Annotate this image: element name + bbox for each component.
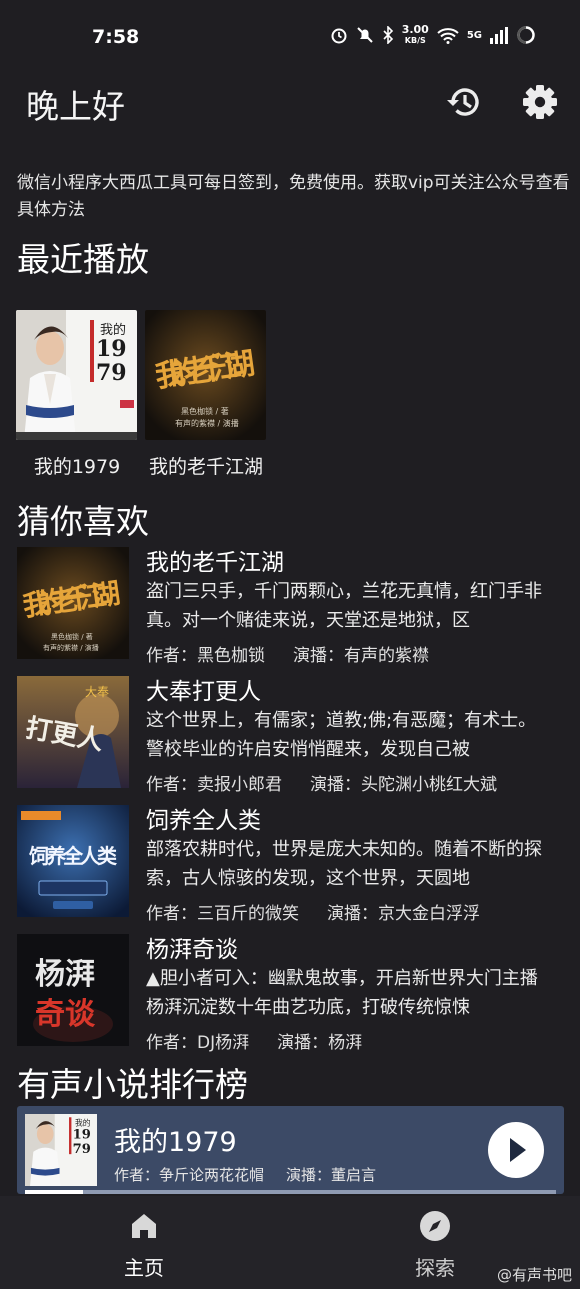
cover-author-text: 黑色枷锁 / 著 (51, 632, 93, 641)
greeting: 晚上好 (26, 87, 125, 126)
cover-number-text: 19 (96, 336, 127, 362)
player-author: 作者：争斤论两花花帽 (114, 1166, 265, 1184)
cover-narrator-text: 有声的紫襟 / 演播 (43, 643, 99, 652)
settings-button[interactable] (520, 82, 560, 122)
tab-label: 主页 (124, 1256, 164, 1280)
book-meta: 作者：DJ杨湃 演播：杨湃 (146, 1028, 362, 1053)
player-cover: 我的 19 79 (25, 1114, 97, 1186)
tab-explore[interactable]: 探索 (375, 1210, 495, 1281)
cover-narrator-text: 有声的紫襟 / 演播 (175, 418, 239, 428)
book-narrator: 演播：京大金白浮浮 (327, 904, 480, 924)
book-meta: 作者：黑色枷锁 演播：有声的紫襟 (146, 641, 429, 666)
cover-author-text: 黑色枷锁 / 著 (181, 406, 229, 416)
wifi-icon (437, 27, 459, 44)
status-time: 7:58 (92, 26, 140, 48)
cover-number-text: 79 (73, 1142, 91, 1157)
speed-value: 3.00 (401, 23, 429, 36)
book-narrator: 演播：杨湃 (277, 1033, 363, 1053)
recommend-item[interactable]: 我的老千江湖 黑色枷锁 / 著 有声的紫襟 / 演播 我的老千江湖 盗门三只手，… (17, 547, 577, 666)
player-meta: 作者：争斤论两花花帽 演播：董启言 (114, 1164, 376, 1185)
player-title: 我的1979 (114, 1127, 237, 1158)
recent-item[interactable]: 我的 19 79 我的1979 (16, 310, 138, 479)
history-button[interactable] (444, 82, 484, 122)
book-narrator: 演播：有声的紫襟 (293, 646, 429, 666)
watermark: @有声书吧 (496, 1266, 572, 1284)
play-icon (510, 1138, 526, 1162)
tab-home[interactable]: 主页 (84, 1210, 204, 1281)
book-description: 部落农耕时代，世界是庞大未知的。随着不断的探索，古人惊骇的发现，这个世界，天圆地 (146, 839, 542, 889)
home-icon (132, 1214, 156, 1238)
cover-number-text: 19 (73, 1128, 91, 1143)
book-description: ▲胆小者可入：幽默鬼故事，开启新世界大门主播杨湃沉淀数十年曲艺功底，打破传统惊悚 (146, 968, 538, 1018)
alarm-icon (331, 28, 347, 44)
network-type: 5G (466, 29, 482, 41)
playback-progress-fill (25, 1190, 84, 1194)
speed-unit: KB/S (404, 36, 426, 45)
book-cover: 打更人 大奉 (17, 676, 129, 788)
book-cover: 我的老千江湖 黑色枷锁 / 著 有声的紫襟 / 演播 (145, 310, 266, 440)
book-title: 杨湃奇谈 (146, 937, 238, 963)
book-narrator: 演播：头陀渊小桃红大斌 (310, 775, 497, 795)
cover-art-text: 饲养全人类 (28, 844, 117, 868)
network-speed: 3.00 KB/S (402, 24, 429, 46)
recommend-item[interactable]: 饲养全人类 饲养全人类 部落农耕时代，世界是庞大未知的。随着不断的探索，古人惊骇… (17, 805, 577, 924)
recent-item-name: 我的1979 (33, 456, 121, 478)
cover-art-text: 奇谈 (35, 997, 96, 1032)
player-narrator: 演播：董启言 (286, 1166, 377, 1184)
history-icon (447, 88, 479, 116)
book-description: 这个世界上，有儒家；道教;佛;有恶魔；有术士。警校毕业的许启安悄悄醒来，发现自己… (146, 710, 537, 760)
book-meta: 作者：卖报小郎君 演播：头陀渊小桃红大斌 (146, 770, 497, 795)
cover-art-text: 杨湃 (35, 957, 95, 992)
gear-icon (523, 85, 557, 119)
bluetooth-icon (383, 26, 393, 44)
book-author: 作者：DJ杨湃 (146, 1033, 250, 1053)
section-title-recent: 最近播放 (17, 240, 149, 279)
recommend-item[interactable]: 杨湃 奇谈 杨湃奇谈 ▲胆小者可入：幽默鬼故事，开启新世界大门主播杨湃沉淀数十年… (17, 934, 577, 1053)
battery-ring-icon (517, 26, 535, 44)
status-icons: 3.00 KB/S 5G (330, 24, 536, 46)
bottom-tab-bar: 主页 探索 (0, 1196, 580, 1289)
book-cover: 我的老千江湖 黑色枷锁 / 著 有声的紫襟 / 演播 (17, 547, 129, 659)
book-author: 作者：黑色枷锁 (146, 646, 265, 666)
book-description: 盗门三只手，千门两颗心，兰花无真情，红门手非真。对一个赌徒来说，天堂还是地狱，区 (146, 581, 542, 631)
mini-player[interactable]: 我的 19 79 我的1979 作者：争斤论两花花帽 演播：董启言 (17, 1106, 564, 1194)
recent-item[interactable]: 我的老千江湖 黑色枷锁 / 著 有声的紫襟 / 演播 我的老千江湖 (145, 310, 267, 479)
book-cover: 我的 19 79 (16, 310, 137, 440)
mute-bell-icon (356, 27, 373, 43)
cover-title-text: 我的 (75, 1118, 91, 1128)
play-button[interactable] (488, 1122, 544, 1178)
book-cover: 饲养全人类 (17, 805, 129, 917)
section-title-recommend: 猜你喜欢 (17, 502, 149, 541)
book-author: 作者：卖报小郎君 (146, 775, 282, 795)
app-header: 晚上好 (0, 78, 580, 128)
tab-label: 探索 (415, 1256, 455, 1280)
playback-progress[interactable] (25, 1190, 556, 1194)
cover-number-text: 79 (96, 360, 127, 386)
section-title-ranking: 有声小说排行榜 (17, 1065, 248, 1104)
book-title: 我的老千江湖 (146, 550, 284, 576)
recommend-item[interactable]: 打更人 大奉 大奉打更人 这个世界上，有儒家；道教;佛;有恶魔；有术士。警校毕业… (17, 676, 577, 795)
book-cover: 杨湃 奇谈 (17, 934, 129, 1046)
book-meta: 作者：三百斤的微笑 演播：京大金白浮浮 (146, 899, 480, 924)
cover-art-small-text: 大奉 (85, 685, 109, 699)
book-title: 饲养全人类 (146, 808, 261, 834)
signal-icon (490, 26, 508, 44)
notice-text: 微信小程序大西瓜工具可每日签到，免费使用。获取vip可关注公众号查看具体方法 (17, 173, 570, 220)
book-author: 作者：三百斤的微笑 (146, 904, 299, 924)
compass-icon (420, 1211, 450, 1241)
book-title: 大奉打更人 (146, 679, 261, 705)
recent-item-name: 我的老千江湖 (148, 456, 263, 478)
status-bar: 7:58 3.00 KB/S 5G (0, 0, 580, 70)
